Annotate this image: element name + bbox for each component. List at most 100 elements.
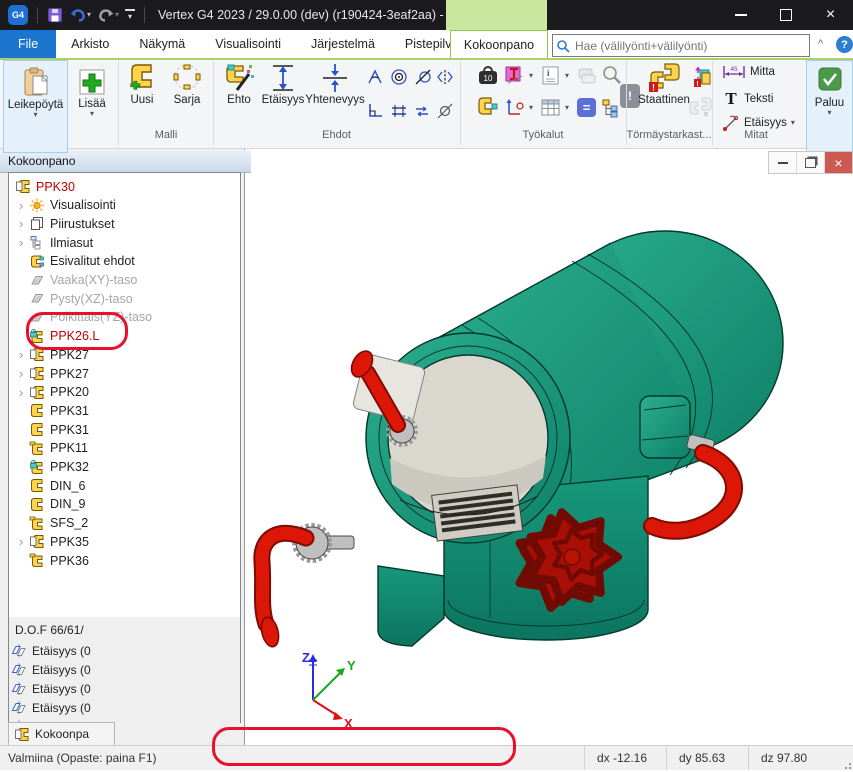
chevron-down-icon[interactable]: ▾ bbox=[529, 72, 533, 80]
resize-grip[interactable] bbox=[841, 745, 853, 772]
search-box[interactable] bbox=[552, 34, 810, 57]
tab-kokoonpano-active[interactable]: Kokoonpano bbox=[450, 30, 548, 58]
exclamation-icon: ! bbox=[628, 89, 632, 103]
dynamic-collision-icon: ! bbox=[688, 66, 712, 88]
help-icon: ? bbox=[841, 39, 848, 51]
symmetry-condition-button[interactable] bbox=[436, 68, 454, 89]
chevron-right-icon[interactable]: › bbox=[19, 534, 29, 549]
clamp-icon bbox=[477, 96, 499, 118]
tab-file[interactable]: File bbox=[0, 30, 56, 58]
chevron-right-icon[interactable]: › bbox=[19, 385, 29, 400]
angle-condition-button[interactable] bbox=[366, 68, 384, 89]
tree-item[interactable]: PPK31 bbox=[9, 401, 240, 420]
tree-item-root[interactable]: PPK30 bbox=[9, 177, 240, 196]
minimize-icon bbox=[735, 14, 747, 16]
panel-bottom-tab[interactable]: Kokoonpa bbox=[8, 722, 115, 746]
concentric-condition-button[interactable] bbox=[390, 68, 408, 89]
tree-item[interactable]: PPK32 bbox=[9, 458, 240, 477]
help-button[interactable]: ? bbox=[836, 36, 853, 53]
tree-item[interactable]: Esivalitut ehdot bbox=[9, 252, 240, 271]
equal-distance-condition-button[interactable] bbox=[390, 102, 408, 123]
profile-tool-button[interactable]: ▾ bbox=[505, 66, 533, 86]
tree-item[interactable]: › PPK27 bbox=[9, 345, 240, 364]
parallel-condition-button[interactable] bbox=[414, 102, 432, 123]
doc-minimize-button[interactable] bbox=[769, 152, 796, 173]
dynamic-collision-button[interactable]: ! bbox=[688, 66, 712, 91]
constraint-item[interactable]: Etäisyys (0 bbox=[11, 643, 91, 658]
dof-pane[interactable]: D.O.F 66/61/ Etäisyys (0 Etäisyys (0 Etä… bbox=[8, 617, 241, 723]
tree-item[interactable]: › PPK35 bbox=[9, 532, 240, 551]
add-button[interactable]: Lisää ▾ bbox=[70, 60, 114, 151]
structure-tool-button[interactable] bbox=[601, 98, 621, 121]
tree-item[interactable]: › Visualisointi bbox=[9, 196, 240, 215]
equals-tool-button[interactable]: = bbox=[577, 98, 596, 117]
doc-restore-button[interactable] bbox=[796, 152, 824, 173]
tree-item[interactable]: › PPK27 bbox=[9, 364, 240, 383]
customize-toolbar-button[interactable]: ▾ bbox=[125, 9, 135, 21]
tree-item[interactable]: DIN_9 bbox=[9, 495, 240, 514]
tangent-condition-button[interactable] bbox=[414, 68, 432, 89]
weight-tool-button[interactable]: 10 bbox=[477, 64, 499, 89]
static-collision-button[interactable]: ! Staattinen bbox=[634, 62, 694, 106]
tree-item[interactable]: › Ilmiasut bbox=[9, 233, 240, 252]
clamp-tool-button[interactable] bbox=[477, 96, 499, 121]
tab-jarjestelma[interactable]: Järjestelmä bbox=[296, 30, 390, 58]
minimize-button[interactable] bbox=[718, 0, 763, 30]
chevron-down-icon[interactable]: ▾ bbox=[529, 104, 533, 112]
chevron-down-icon[interactable]: ▾ bbox=[791, 119, 795, 127]
redo-button[interactable]: ▾ bbox=[97, 8, 119, 23]
tree-item-ppk26[interactable]: PPK26.L bbox=[9, 327, 240, 346]
tree-item[interactable]: PPK11 bbox=[9, 439, 240, 458]
tree-item[interactable]: PPK36 bbox=[9, 551, 240, 570]
tree-item[interactable]: DIN_6 bbox=[9, 476, 240, 495]
tab-nakyma[interactable]: Näkymä bbox=[124, 30, 200, 58]
windows-tool-button[interactable] bbox=[577, 66, 597, 89]
chevron-down-icon[interactable]: ▾ bbox=[565, 104, 569, 112]
doc-close-button[interactable]: × bbox=[824, 152, 852, 173]
tab-arkisto[interactable]: Arkisto bbox=[56, 30, 124, 58]
chevron-down-icon[interactable]: ▾ bbox=[87, 11, 91, 19]
chevron-right-icon[interactable]: › bbox=[19, 198, 29, 213]
tree-item[interactable]: SFS_2 bbox=[9, 514, 240, 533]
maximize-button[interactable] bbox=[763, 0, 808, 30]
coincidence-button[interactable]: Yhtenevyys bbox=[306, 62, 364, 106]
fix-condition-button[interactable] bbox=[436, 102, 454, 123]
chevron-right-icon[interactable]: › bbox=[19, 366, 29, 381]
info-tool-button[interactable]: i ▾ bbox=[541, 66, 569, 86]
tree-item[interactable]: › Piirustukset bbox=[9, 214, 240, 233]
collision-pair-button[interactable] bbox=[688, 96, 712, 121]
perpendicular-condition-button[interactable] bbox=[366, 102, 384, 123]
chevron-right-icon[interactable]: › bbox=[19, 235, 29, 250]
tree-item[interactable]: PPK31 bbox=[9, 420, 240, 439]
axis-tool-button[interactable]: ▾ bbox=[505, 98, 533, 118]
distance-condition-button[interactable]: Etäisyys bbox=[258, 62, 308, 106]
chevron-down-icon: ▾ bbox=[128, 13, 132, 21]
undo-button[interactable]: ▾ bbox=[69, 8, 91, 23]
return-button[interactable]: Paluu ▾ bbox=[806, 60, 853, 153]
collapse-ribbon-button[interactable]: ^ bbox=[818, 38, 823, 50]
constraint-item[interactable]: Etäisyys (0 bbox=[11, 681, 91, 696]
chevron-down-icon[interactable]: ▾ bbox=[115, 11, 119, 19]
save-button[interactable] bbox=[47, 7, 63, 23]
3d-model-view[interactable]: Z Y X bbox=[240, 148, 853, 745]
tree-item[interactable]: Pysty(XZ)-taso bbox=[9, 289, 240, 308]
constraint-item[interactable]: Etäisyys (0 bbox=[11, 700, 91, 715]
table-tool-button[interactable]: ▾ bbox=[541, 98, 569, 118]
series-button[interactable]: Sarja bbox=[166, 62, 208, 106]
condition-button[interactable]: Ehto bbox=[220, 62, 258, 106]
new-button[interactable]: Uusi bbox=[122, 62, 162, 106]
chevron-down-icon[interactable]: ▾ bbox=[565, 72, 569, 80]
tab-visualisointi[interactable]: Visualisointi bbox=[200, 30, 296, 58]
tree-item[interactable]: Vaaka(XY)-taso bbox=[9, 271, 240, 290]
clipboard-button[interactable]: Leikepöytä ▾ bbox=[3, 60, 68, 153]
text-button[interactable]: T Teksti bbox=[722, 89, 773, 109]
tree-item[interactable]: › PPK20 bbox=[9, 383, 240, 402]
close-button[interactable]: × bbox=[808, 0, 853, 30]
constraint-item[interactable]: Etäisyys (0 bbox=[11, 662, 91, 677]
assembly-tree[interactable]: PPK30 › Visualisointi › Piirustukset › I… bbox=[8, 172, 241, 619]
chevron-right-icon[interactable]: › bbox=[19, 347, 29, 362]
chevron-right-icon[interactable]: › bbox=[19, 216, 29, 231]
tree-item[interactable]: Poikittais(YZ)-taso bbox=[9, 308, 240, 327]
search-input[interactable] bbox=[573, 38, 809, 54]
dimension-button[interactable]: 45 Mitta bbox=[722, 64, 775, 80]
